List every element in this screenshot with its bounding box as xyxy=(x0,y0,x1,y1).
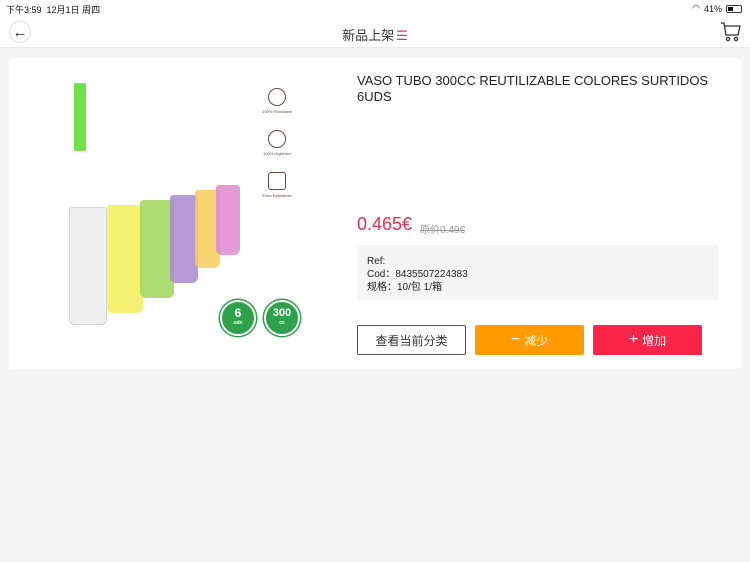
increase-button[interactable]: + 增加 xyxy=(593,325,702,355)
feature-hygienic: 100% Higiénico xyxy=(262,130,292,156)
status-time: 下午3:59 12月1日 周四 xyxy=(6,5,101,15)
cup-yellow xyxy=(107,205,143,313)
product-price: 0.465€ xyxy=(357,214,413,234)
product-info: Ref: Cod：8435507224383 规格：10/包 1/箱 xyxy=(357,245,718,300)
feature-resistant: Extra Resistente xyxy=(262,172,292,198)
cart-button[interactable] xyxy=(720,21,742,48)
package-thumbnail xyxy=(74,83,86,151)
product-card: 100% Reciclable 100% Higiénico Extra Res… xyxy=(9,58,741,369)
plus-icon: + xyxy=(628,331,639,348)
cup-white xyxy=(69,207,107,325)
wifi-icon: ◠ xyxy=(692,3,700,13)
page-title[interactable]: 新品上架 ☰ xyxy=(0,25,750,44)
battery-percent: 41% xyxy=(703,3,722,14)
view-category-button[interactable]: 查看当前分类 xyxy=(357,325,466,355)
weight-icon xyxy=(268,172,286,190)
feature-recyclable: 100% Reciclable xyxy=(262,88,292,114)
status-bar: 下午3:59 12月1日 周四 ◠ 41% xyxy=(0,0,750,17)
cod-line: Cod：8435507224383 xyxy=(367,269,468,280)
cup-purple xyxy=(170,195,198,283)
menu-lines-icon[interactable]: ☰ xyxy=(396,28,408,43)
cup-pink xyxy=(216,185,240,255)
cart-icon xyxy=(721,22,741,42)
badge-units: 6 uds xyxy=(220,300,256,336)
minus-icon: − xyxy=(510,331,521,348)
cup-green xyxy=(140,200,174,298)
recycle-icon xyxy=(268,88,286,106)
battery-icon xyxy=(726,4,742,13)
decrease-button[interactable]: − 减少 xyxy=(475,325,584,355)
product-name: VASO TUBO 300CC REUTILIZABLE COLORES SUR… xyxy=(357,73,709,104)
badge-volume: 300 cc xyxy=(264,300,300,336)
hand-water-icon xyxy=(268,130,286,148)
product-image[interactable]: 100% Reciclable 100% Higiénico Extra Res… xyxy=(54,73,314,343)
spec-line: 规格：10/包 1/箱 xyxy=(367,282,443,293)
ref-line: Ref: xyxy=(367,256,386,267)
nav-bar: ← 新品上架 ☰ xyxy=(0,17,750,48)
original-price: 原价0.49€ xyxy=(420,225,466,236)
